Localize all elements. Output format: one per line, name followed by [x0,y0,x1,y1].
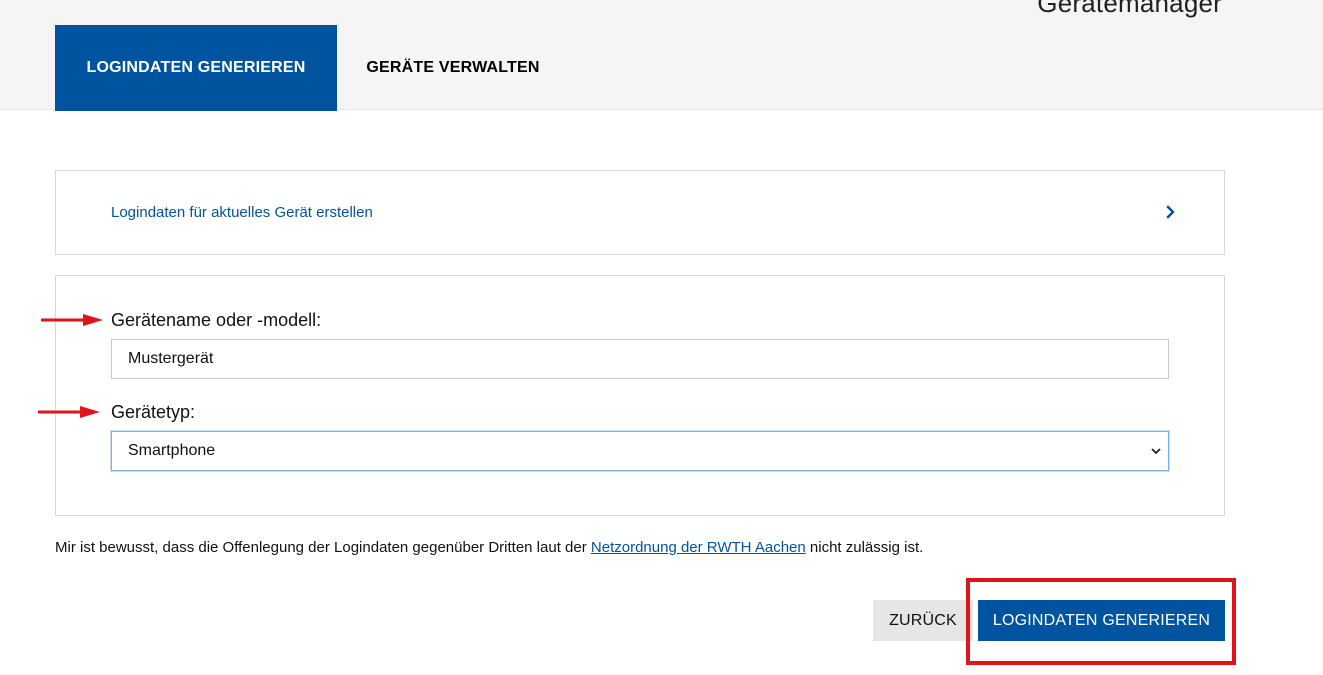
current-device-link-panel[interactable]: Logindaten für aktuelles Gerät erstellen [55,170,1225,255]
chevron-right-icon [1166,205,1175,219]
device-name-input[interactable] [111,339,1169,379]
back-button[interactable]: ZURÜCK [873,600,973,641]
annotation-arrow-icon [41,314,103,326]
tab-geraete-verwalten[interactable]: GERÄTE VERWALTEN [337,25,569,111]
page: Gerätemanager LOGINDATEN GENERIEREN GERÄ… [0,0,1323,675]
app-title: Gerätemanager [1037,0,1222,18]
tab-logindaten-generieren[interactable]: LOGINDATEN GENERIEREN [55,25,337,111]
generate-login-button[interactable]: LOGINDATEN GENERIEREN [978,600,1225,641]
device-type-label: Gerätetyp: [111,402,196,422]
device-form-panel: Gerätename oder -modell: Gerätetyp: Smar… [55,275,1225,516]
device-type-selected-value: Smartphone [128,442,216,459]
notice-text-after: nicht zulässig ist. [805,539,924,556]
device-name-label: Gerätename oder -modell: [111,310,322,330]
notice-text-before: Mir ist bewusst, dass die Offenlegung de… [55,539,591,556]
current-device-link[interactable]: Logindaten für aktuelles Gerät erstellen [111,204,373,221]
disclosure-notice: Mir ist bewusst, dass die Offenlegung de… [55,539,923,556]
annotation-arrow-icon [38,406,100,418]
device-type-select[interactable]: Smartphone [111,431,1169,471]
header-bar: Gerätemanager LOGINDATEN GENERIEREN GERÄ… [0,0,1323,111]
chevron-down-icon [1151,448,1161,455]
netzordnung-link[interactable]: Netzordnung der RWTH Aachen [591,539,806,556]
